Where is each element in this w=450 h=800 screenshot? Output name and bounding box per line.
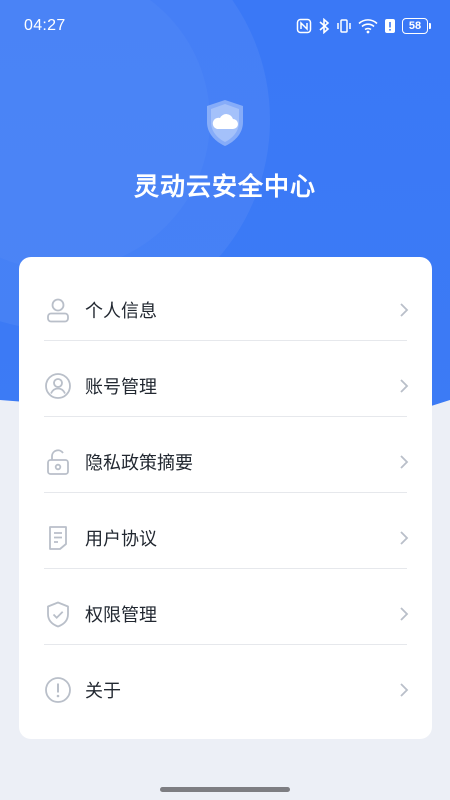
status-icons: 58	[296, 18, 431, 34]
menu-item-label: 账号管理	[85, 377, 157, 398]
menu-item-label: 权限管理	[85, 605, 157, 626]
menu-item-user-agreement[interactable]: 用户协议	[19, 500, 432, 576]
chevron-right-icon	[398, 454, 410, 470]
divider	[44, 416, 407, 417]
bluetooth-icon	[318, 18, 330, 34]
menu-item-label: 用户协议	[85, 529, 157, 550]
menu-item-personal-info[interactable]: 个人信息	[19, 272, 432, 348]
status-time: 04:27	[24, 17, 66, 34]
divider	[44, 340, 407, 341]
nfc-icon	[296, 18, 312, 34]
menu-item-label: 隐私政策摘要	[85, 453, 193, 474]
document-icon	[44, 524, 72, 552]
lock-icon	[44, 448, 72, 476]
chevron-right-icon	[398, 682, 410, 698]
divider	[44, 568, 407, 569]
menu-item-permission-management[interactable]: 权限管理	[19, 576, 432, 652]
battery-icon: 58	[402, 18, 431, 34]
divider	[44, 492, 407, 493]
menu-item-label: 关于	[85, 681, 121, 702]
person-icon	[44, 296, 72, 324]
shield-cloud-icon	[203, 98, 247, 152]
info-icon	[44, 676, 72, 704]
account-circle-icon	[44, 372, 72, 400]
menu-item-about[interactable]: 关于	[19, 652, 432, 728]
home-indicator[interactable]	[160, 787, 290, 792]
chevron-right-icon	[398, 378, 410, 394]
menu-item-account-management[interactable]: 账号管理	[19, 348, 432, 424]
chevron-right-icon	[398, 606, 410, 622]
menu-item-privacy-policy[interactable]: 隐私政策摘要	[19, 424, 432, 500]
app-title: 灵动云安全中心	[133, 172, 316, 201]
status-bar: 04:27 58	[0, 0, 450, 52]
shield-check-icon	[44, 600, 72, 628]
menu-item-label: 个人信息	[85, 301, 157, 322]
vibrate-icon	[336, 18, 352, 34]
wifi-icon	[358, 18, 378, 34]
chevron-right-icon	[398, 302, 410, 318]
menu-card: 个人信息 账号管理 隐私政策摘要 用户协议 权限管理 关于	[19, 257, 432, 739]
chevron-right-icon	[398, 530, 410, 546]
divider	[44, 644, 407, 645]
alert-icon	[384, 18, 396, 34]
